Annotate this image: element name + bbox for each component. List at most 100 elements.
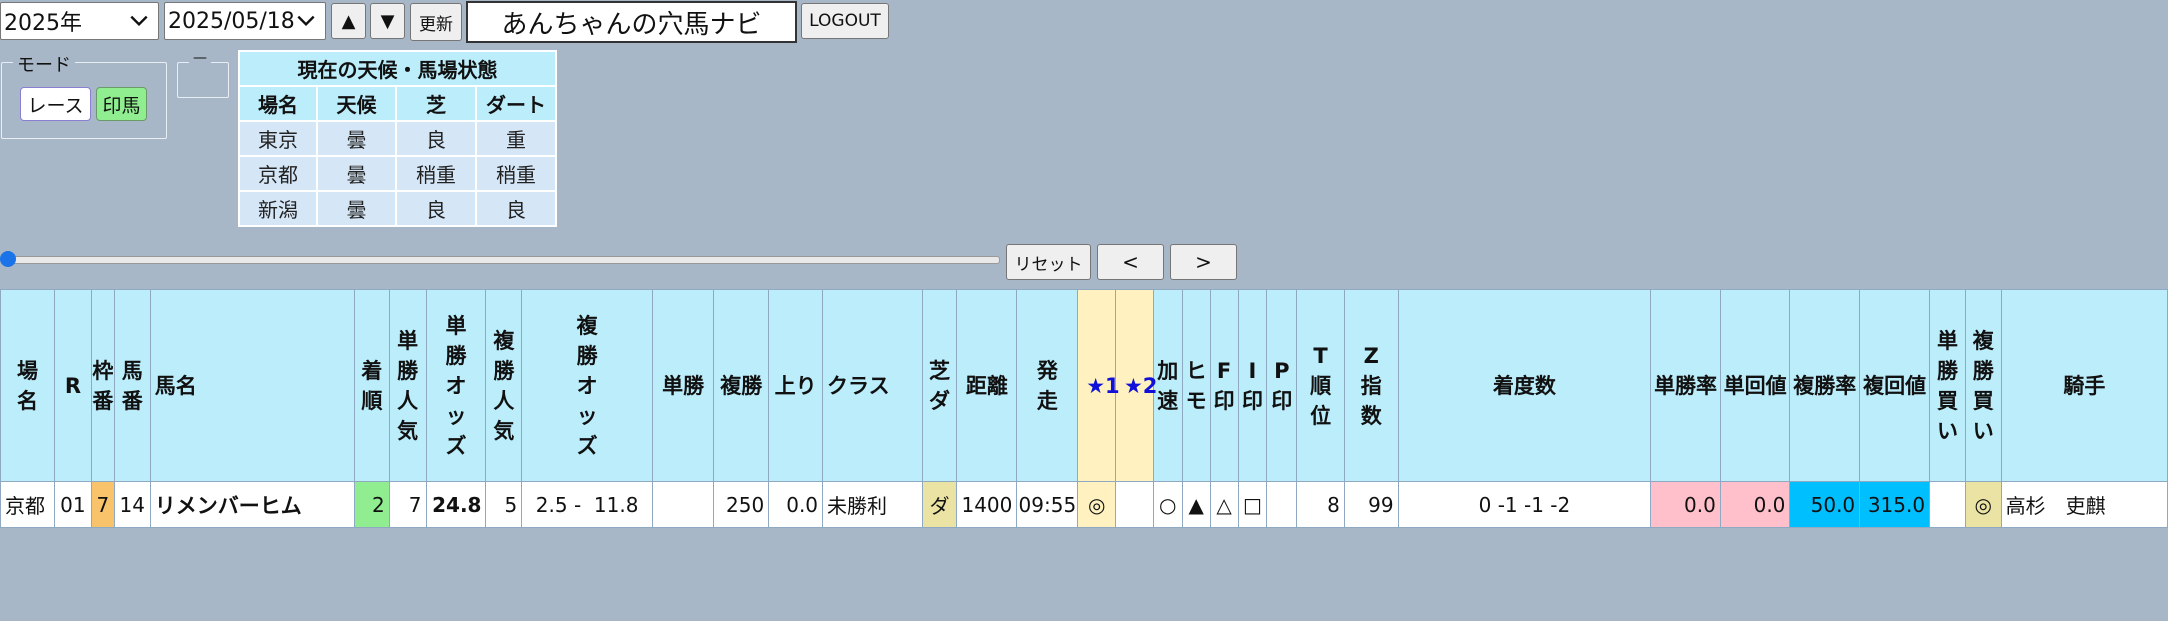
mark-mode-button[interactable]: 印馬 [96, 87, 147, 121]
col-header-last3f[interactable]: 上り [768, 289, 824, 482]
range-slider-thumb[interactable] [0, 251, 16, 267]
col-header-label: 馬番 [121, 358, 143, 413]
weather-row: 新潟 曇 良 良 [238, 190, 557, 227]
cell-t-rank: 8 [1296, 481, 1345, 528]
col-header-class[interactable]: クラス [822, 289, 923, 482]
col-header-label: 芝ダ [929, 358, 951, 413]
cell-race: 01 [53, 481, 92, 528]
cell-place-rate: 50.0 [1789, 481, 1861, 528]
date-up-button[interactable]: ▲ [331, 3, 366, 39]
weather-cell: 京都 [238, 155, 318, 192]
weather-cell: 良 [395, 120, 477, 157]
col-header-label: 加速 [1157, 358, 1179, 413]
col-header-label: F印 [1213, 358, 1235, 413]
col-header-star2[interactable]: ★2 [1115, 289, 1158, 482]
logout-button[interactable]: LOGOUT [801, 3, 889, 39]
date-down-button[interactable]: ▼ [370, 3, 405, 39]
col-header-place-pay[interactable]: 複勝 [713, 289, 770, 482]
weather-header: 天候 [316, 85, 397, 122]
col-header-label: ★2 [1123, 373, 1158, 398]
col-header-place-pop[interactable]: 複勝人気 [485, 289, 523, 482]
range-slider-track[interactable] [8, 256, 1000, 264]
col-header-star1[interactable]: ★1 [1077, 289, 1120, 482]
cell-surface: ダ [921, 481, 958, 528]
race-mode-button[interactable]: レース [20, 87, 91, 121]
cell-class: 未勝利 [822, 481, 923, 528]
weather-cell: 稍重 [475, 155, 557, 192]
secondary-fieldset: — [177, 50, 229, 98]
cell-umaban: 14 [113, 481, 151, 528]
cell-star2 [1115, 481, 1154, 528]
weather-cell: 稍重 [395, 155, 477, 192]
col-header-win-buy[interactable]: 単勝買い [1929, 289, 1966, 482]
col-header-z-index[interactable]: Z指数 [1343, 289, 1399, 482]
weather-row: 京都 曇 稍重 稍重 [238, 155, 557, 192]
cell-distance: 1400 [956, 481, 1018, 528]
col-header-label: 場名 [16, 358, 38, 413]
col-header-place-return[interactable]: 複回値 [1859, 289, 1931, 482]
year-select[interactable]: 2025年 [0, 2, 159, 40]
col-header-place-rate[interactable]: 複勝率 [1789, 289, 1861, 482]
cell-record: 0 -1 -1 -2 [1397, 481, 1652, 528]
col-header-label: 単勝買い [1936, 328, 1958, 443]
cell-accel: ○ [1152, 481, 1183, 528]
col-header-win-rate[interactable]: 単勝率 [1650, 289, 1721, 482]
col-header-place-odds[interactable]: 複勝オッズ [521, 289, 653, 482]
date-select-value: 2025/05/18 [168, 8, 295, 34]
table-header-row: 場名 R 枠番 馬番 馬名 着順 単勝人気 単勝オッズ 複勝人気 複勝オッズ 単… [0, 289, 2168, 482]
col-header-start[interactable]: 発走 [1016, 289, 1079, 482]
cell-z-index: 99 [1343, 481, 1399, 528]
cell-place-pay: 250 [713, 481, 770, 528]
cell-p-mark [1266, 481, 1298, 528]
col-header-win-pop[interactable]: 単勝人気 [388, 289, 427, 482]
table-row[interactable]: 京都 01 7 14 リメンバーヒム 2 7 24.8 5 2.5 - 11.8… [0, 481, 2168, 528]
col-header-win-odds[interactable]: 単勝オッズ [425, 289, 487, 482]
race-table: 場名 R 枠番 馬番 馬名 着順 単勝人気 単勝オッズ 複勝人気 複勝オッズ 単… [0, 289, 2168, 528]
col-header-record[interactable]: 着度数 [1397, 289, 1652, 482]
chevron-down-icon [130, 15, 148, 27]
col-header-label: ヒモ [1185, 358, 1207, 413]
col-header-distance[interactable]: 距離 [956, 289, 1018, 482]
refresh-button[interactable]: 更新 [410, 3, 462, 41]
col-header-accel[interactable]: 加速 [1152, 289, 1183, 482]
col-header-place-buy[interactable]: 複勝買い [1964, 289, 2002, 482]
col-header-i-mark[interactable]: I印 [1237, 289, 1268, 482]
next-button[interactable]: > [1170, 244, 1237, 280]
col-header-horse[interactable]: 馬名 [149, 289, 355, 482]
cell-place-odds: 2.5 - 11.8 [521, 481, 653, 528]
col-header-label: 単勝人気 [397, 328, 419, 443]
col-header-f-mark[interactable]: F印 [1209, 289, 1239, 482]
reset-button[interactable]: リセット [1006, 244, 1091, 280]
mode-legend: モード [13, 51, 75, 77]
col-header-race[interactable]: R [53, 289, 92, 482]
cell-last3f: 0.0 [768, 481, 824, 528]
col-header-finish[interactable]: 着順 [353, 289, 390, 482]
weather-cell: 曇 [316, 190, 397, 227]
weather-cell: 重 [475, 120, 557, 157]
weather-header: 場名 [238, 85, 318, 122]
cell-win-rate: 0.0 [1650, 481, 1721, 528]
col-header-jockey[interactable]: 騎手 [2000, 289, 2168, 482]
weather-cell: 新潟 [238, 190, 318, 227]
cell-place-pop: 5 [485, 481, 523, 528]
app-title: あんちゃんの穴馬ナビ [466, 1, 797, 43]
col-header-label: 枠番 [92, 358, 114, 413]
date-select[interactable]: 2025/05/18 [164, 2, 326, 40]
col-header-surface[interactable]: 芝ダ [921, 289, 958, 482]
col-header-umaban[interactable]: 馬番 [113, 289, 151, 482]
col-header-p-mark[interactable]: P印 [1266, 289, 1298, 482]
col-header-win-return[interactable]: 単回値 [1719, 289, 1791, 482]
cell-finish: 2 [353, 481, 390, 528]
cell-himo: ▲ [1181, 481, 1211, 528]
col-header-venue[interactable]: 場名 [0, 289, 55, 482]
col-header-t-rank[interactable]: T順位 [1296, 289, 1345, 482]
cell-jockey[interactable]: 高杉 吏麒 [2000, 481, 2168, 528]
secondary-legend: — [189, 50, 211, 66]
weather-cell: 良 [395, 190, 477, 227]
col-header-label: 複勝オッズ [576, 313, 598, 458]
col-header-waku[interactable]: 枠番 [90, 289, 115, 482]
col-header-himo[interactable]: ヒモ [1181, 289, 1211, 482]
col-header-win-pay[interactable]: 単勝 [651, 289, 715, 482]
cell-horse-name[interactable]: リメンバーヒム [149, 481, 355, 528]
prev-button[interactable]: < [1097, 244, 1164, 280]
